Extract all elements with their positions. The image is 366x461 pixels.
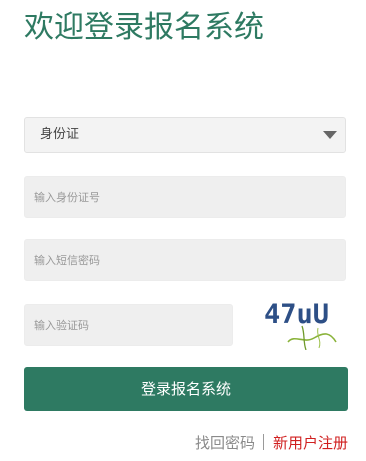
forgot-password-link[interactable]: 找回密码 [195,432,255,453]
register-link[interactable]: 新用户注册 [273,432,348,453]
footer-links: 找回密码 新用户注册 [195,430,348,454]
link-divider [262,434,264,450]
chevron-down-icon [323,131,337,139]
id-type-select[interactable]: 身份证 [24,117,346,153]
captcha-input[interactable] [24,304,233,346]
id-number-input[interactable] [24,176,346,218]
login-submit-button[interactable]: 登录报名系统 [24,367,348,411]
sms-password-input[interactable] [24,239,346,281]
page-title: 欢迎登录报名系统 [24,10,264,45]
captcha-noise-lines [287,325,337,350]
login-page: 欢迎登录报名系统 身份证 47uU 登录报名系统 找回密码 新用户注册 [0,0,366,461]
captcha-image[interactable]: 47uU [258,298,346,350]
id-type-selected-value: 身份证 [40,127,80,142]
